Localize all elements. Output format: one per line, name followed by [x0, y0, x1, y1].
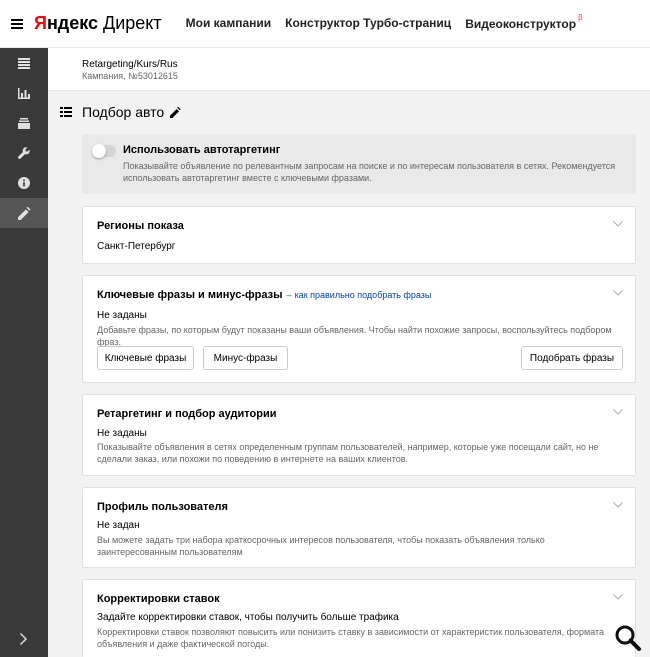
- keywords-dash: –: [286, 290, 292, 300]
- nav-video-builder-label: Видеоконструктор: [465, 17, 577, 31]
- bids-title: Корректировки ставок: [97, 593, 220, 605]
- campaign-header: Retargeting/Kurs/Rus Кампания, №53012615: [48, 48, 650, 91]
- retargeting-value: Не заданы: [97, 428, 147, 439]
- logo-product: Директ: [103, 13, 162, 33]
- keywords-description: Добавьте фразы, по которым будут показан…: [97, 325, 612, 347]
- profile-title: Профиль пользователя: [97, 501, 228, 513]
- list-icon: [18, 57, 30, 69]
- top-header: Яндекс Директ Мои кампании Конструктор Т…: [0, 0, 650, 48]
- retargeting-card[interactable]: Ретаргетинг и подбор аудитории Не заданы…: [82, 394, 636, 476]
- keywords-title-row: Ключевые фразы и минус-фразы – как правил…: [97, 289, 431, 301]
- rail-item-info[interactable]: [0, 168, 48, 198]
- page-title-row: Подбор авто: [60, 104, 181, 120]
- nav-video-builder[interactable]: Видеоконструктор β: [465, 13, 583, 31]
- info-icon: [18, 177, 30, 189]
- rail-item-stats[interactable]: [0, 78, 48, 108]
- campaign-number: Кампания, №53012615: [82, 71, 178, 81]
- profile-description: Вы можете задать три набора краткосрочны…: [97, 535, 545, 557]
- main-content: Retargeting/Kurs/Rus Кампания, №53012615…: [48, 48, 650, 657]
- search-icon[interactable]: [614, 624, 642, 652]
- keywords-button[interactable]: Ключевые фразы: [97, 346, 194, 370]
- bids-value: Задайте корректировки ставок, чтобы полу…: [97, 612, 399, 623]
- chevron-down-icon[interactable]: [613, 502, 623, 508]
- autotargeting-block: Использовать автотаргетинг Показывайте о…: [82, 134, 636, 194]
- nav-turbo-builder[interactable]: Конструктор Турбо-страниц: [285, 16, 451, 31]
- keywords-card: Ключевые фразы и минус-фразы – как правил…: [82, 275, 636, 383]
- retargeting-title: Ретаргетинг и подбор аудитории: [97, 408, 277, 420]
- minus-words-button[interactable]: Минус-фразы: [203, 346, 288, 370]
- keywords-title: Ключевые фразы и минус-фразы: [97, 289, 283, 301]
- rail-item-campaigns[interactable]: [0, 48, 48, 78]
- chevron-down-icon[interactable]: [613, 409, 623, 415]
- page-title: Подбор авто: [82, 104, 165, 120]
- profile-card[interactable]: Профиль пользователя Не задан Вы можете …: [82, 487, 636, 568]
- rail-item-edit[interactable]: [0, 198, 48, 228]
- group-list-icon: [60, 107, 72, 117]
- pencil-icon: [17, 206, 31, 220]
- toggle-knob: [92, 144, 106, 158]
- top-nav: Мои кампании Конструктор Турбо-страниц В…: [186, 13, 597, 31]
- autotargeting-description: Показывайте объявление по релевантным за…: [123, 161, 616, 183]
- keywords-value: Не заданы: [97, 310, 147, 321]
- regions-title: Регионы показа: [97, 220, 184, 232]
- profile-value: Не задан: [97, 520, 140, 531]
- stack-icon: [18, 117, 30, 129]
- wrench-icon: [18, 147, 30, 159]
- nav-my-campaigns[interactable]: Мои кампании: [186, 16, 272, 31]
- logo-ndeks: ндекс: [46, 13, 99, 33]
- left-rail: [0, 48, 48, 657]
- bids-card[interactable]: Корректировки ставок Задайте корректиров…: [82, 579, 636, 657]
- logo-ya: Я: [34, 13, 47, 33]
- edit-title-pencil-icon[interactable]: [170, 106, 181, 118]
- bar-chart-icon: [18, 87, 30, 99]
- regions-value: Санкт-Петербург: [97, 241, 176, 252]
- menu-icon[interactable]: [11, 18, 23, 29]
- regions-card[interactable]: Регионы показа Санкт-Петербург: [82, 206, 636, 264]
- retargeting-description: Показывайте объявления в сетях определен…: [97, 442, 599, 464]
- chevron-down-icon[interactable]: [613, 594, 623, 600]
- beta-badge: β: [578, 13, 583, 22]
- autotargeting-toggle[interactable]: [92, 144, 116, 158]
- rail-item-groups[interactable]: [0, 108, 48, 138]
- rail-expand[interactable]: [0, 627, 48, 651]
- pick-phrases-button[interactable]: Подобрать фразы: [521, 346, 623, 370]
- campaign-name: Retargeting/Kurs/Rus: [82, 59, 178, 70]
- chevron-down-icon[interactable]: [613, 290, 623, 296]
- bids-description: Корректировки ставок позволяют повысить …: [97, 627, 605, 649]
- autotargeting-title: Использовать автотаргетинг: [123, 144, 281, 156]
- yandex-direct-logo[interactable]: Яндекс Директ: [34, 13, 162, 34]
- rail-item-tools[interactable]: [0, 138, 48, 168]
- chevron-right-icon: [20, 633, 27, 645]
- chevron-down-icon[interactable]: [613, 221, 623, 227]
- keywords-help-link[interactable]: как правильно подобрать фразы: [295, 290, 432, 300]
